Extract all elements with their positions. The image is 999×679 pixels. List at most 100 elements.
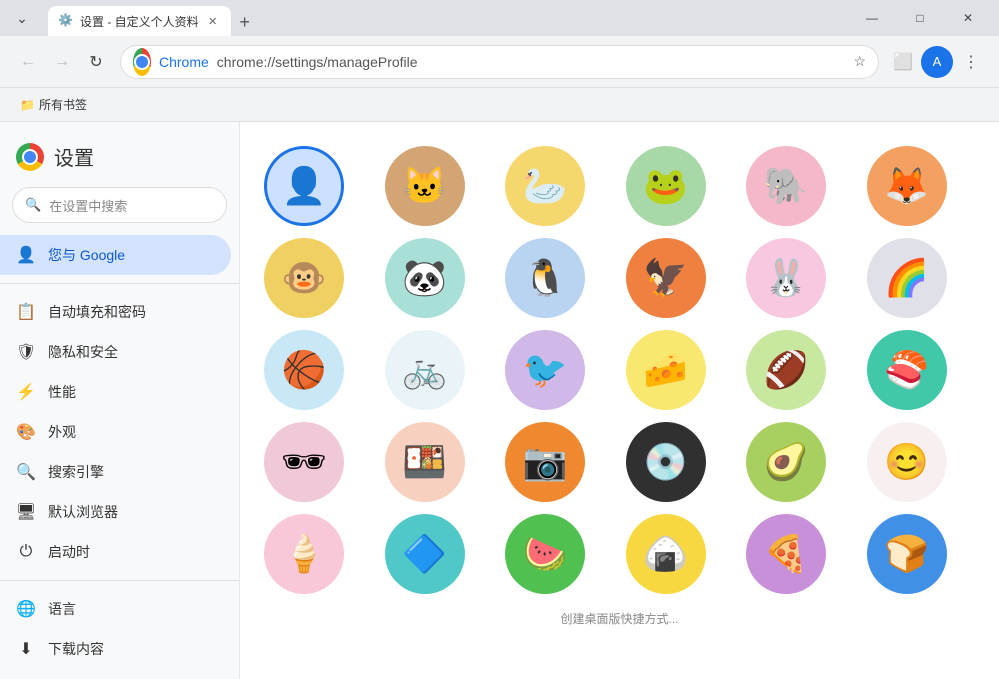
url-text: chrome://settings/manageProfile [217,54,418,70]
close-button[interactable]: ✕ [945,4,991,32]
sidebar-icon-performance: ⚡ [16,382,36,402]
tab-close-button[interactable]: ✕ [205,13,221,29]
sidebar-item-privacy[interactable]: 🛡 隐私和安全 [0,332,231,372]
avatar-rainbow[interactable]: 🌈 [867,238,947,318]
sidebar-label-autofill: 自动填充和密码 [48,302,146,322]
settings-logo [16,143,44,171]
tab-label: 设置 - 自定义个人资料 [80,13,199,30]
avatar-sushi[interactable]: 🍱 [385,422,465,502]
sidebar-icon-search: 🔍 [16,462,36,482]
bookmark-star-icon[interactable]: ☆ [853,53,866,70]
sidebar-label-startup: 启动时 [48,542,90,562]
all-bookmarks[interactable]: 📁 所有书签 [12,92,95,117]
avatar-icecream[interactable]: 🍦 [264,514,344,594]
avatar-rabbit[interactable]: 🐰 [746,238,826,318]
sidebar-icon-privacy: 🛡 [16,342,36,362]
back-button[interactable]: ← [12,46,44,78]
avatar-shape[interactable]: 🔷 [385,514,465,594]
sidebar-item-appearance[interactable]: 🎨 外观 [0,412,231,452]
chrome-logo-icon [133,53,151,71]
forward-button[interactable]: → [46,46,78,78]
avatar-sushi-plate[interactable]: 🍣 [867,330,947,410]
sidebar-header: 设置 [0,122,239,187]
sidebar-item-accessibility[interactable]: ♿ 无障碍 [0,669,231,679]
sidebar-icon-autofill: 📋 [16,302,36,322]
sidebar-nav: 👤 您与 Google 📋 自动填充和密码 🛡 隐私和安全 ⚡ 性能 🎨 外观 … [0,235,239,679]
avatar-avocado[interactable]: 🥑 [746,422,826,502]
settings-title: 设置 [54,142,94,171]
avatar-bike[interactable]: 🚲 [385,330,465,410]
sidebar-item-startup[interactable]: ⏻ 启动时 [0,532,231,572]
avatar-grid: 👤 🐱 🦢 🐸 🐘 🦊 🐵 🐼 🐧 🦅 🐰 🌈 🏀 🚲 🐦 🧀 🏈 🍣 🕶 🍱 📷 💿 🥑 😊 🍦 🔷 🍉 🍙 🍕 🍞 [264,138,975,602]
brand-text: Chrome [159,54,209,70]
folder-icon: 📁 [20,98,35,112]
sidebar-item-search[interactable]: 🔍 搜索引擎 [0,452,231,492]
sidebar-icon-downloads: ⬇ [16,639,36,659]
tab-favicon: ⚙️ [58,13,74,29]
avatar-penguin[interactable]: 🐧 [505,238,585,318]
avatar-camera[interactable]: 📷 [505,422,585,502]
sidebar-label-performance: 性能 [48,382,76,402]
avatar-basketball[interactable]: 🏀 [264,330,344,410]
avatar-cat[interactable]: 🐱 [385,146,465,226]
avatar-toast[interactable]: 🍞 [867,514,947,594]
sidebar-label-downloads: 下载内容 [48,639,104,659]
avatar-crane[interactable]: 🦢 [505,146,585,226]
avatar-vinyl[interactable]: 💿 [626,422,706,502]
split-screen-button[interactable]: ⬜ [887,46,919,78]
sidebar-item-autofill[interactable]: 📋 自动填充和密码 [0,292,231,332]
avatar-user[interactable]: 👤 [264,146,344,226]
sidebar-label-language: 语言 [48,599,76,619]
sidebar: 设置 🔍 在设置中搜索 👤 您与 Google 📋 自动填充和密码 🛡 隐私和安… [0,122,240,679]
sidebar-label-privacy: 隐私和安全 [48,342,118,362]
avatar-rice-ball[interactable]: 🍙 [626,514,706,594]
new-tab-button[interactable]: + [231,8,259,36]
avatar-sunglasses[interactable]: 🕶 [264,422,344,502]
sidebar-icon-browser: 🖥 [16,502,36,522]
minimize-button[interactable]: — [849,4,895,32]
url-bar[interactable]: Chrome chrome://settings/manageProfile ☆ [120,45,879,79]
sidebar-icon-startup: ⏻ [16,542,36,562]
avatar-elephant[interactable]: 🐘 [746,146,826,226]
sidebar-icon-appearance: 🎨 [16,422,36,442]
sidebar-icon-you-google: 👤 [16,245,36,265]
sidebar-item-browser[interactable]: 🖥 默认浏览器 [0,492,231,532]
sidebar-item-performance[interactable]: ⚡ 性能 [0,372,231,412]
avatar-robin[interactable]: 🐦 [505,330,585,410]
sidebar-label-you-google: 您与 Google [48,245,125,265]
avatar-watermelon[interactable]: 🍉 [505,514,585,594]
sidebar-item-language[interactable]: 🌐 语言 [0,589,231,629]
avatar-football[interactable]: 🏈 [746,330,826,410]
avatar-pizza[interactable]: 🍕 [746,514,826,594]
avatar-origami-bird[interactable]: 🦅 [626,238,706,318]
bottom-hint: 创建桌面版快捷方式... [264,602,975,635]
address-bar-actions: ⬜ A ⋮ [887,46,987,78]
reload-button[interactable]: ↻ [80,46,112,78]
avatar-fox[interactable]: 🦊 [867,146,947,226]
avatar-cheese[interactable]: 🧀 [626,330,706,410]
settings-search[interactable]: 🔍 在设置中搜索 [12,187,227,223]
active-tab[interactable]: ⚙️ 设置 - 自定义个人资料 ✕ [48,6,231,36]
avatar-frog[interactable]: 🐸 [626,146,706,226]
profile-button[interactable]: A [921,46,953,78]
maximize-button[interactable]: □ [897,4,943,32]
all-bookmarks-label: 所有书签 [39,96,87,113]
title-bar: ⌄ ⚙️ 设置 - 自定义个人资料 ✕ + — □ ✕ [0,0,999,36]
sidebar-item-downloads[interactable]: ⬇ 下载内容 [0,629,231,669]
avatar-monkey[interactable]: 🐵 [264,238,344,318]
window-controls-right: — □ ✕ [849,4,991,32]
sidebar-item-you-google[interactable]: 👤 您与 Google [0,235,231,275]
search-placeholder: 在设置中搜索 [49,196,127,215]
avatar-panda[interactable]: 🐼 [385,238,465,318]
sidebar-label-browser: 默认浏览器 [48,502,118,522]
content-area: 👤 🐱 🦢 🐸 🐘 🦊 🐵 🐼 🐧 🦅 🐰 🌈 🏀 🚲 🐦 🧀 🏈 🍣 🕶 🍱 📷 💿 🥑 😊 🍦 🔷 🍉 🍙 🍕 🍞 创建桌面版快捷方式… [240,122,999,679]
tab-overview-button[interactable]: ⌄ [8,4,36,32]
sidebar-label-appearance: 外观 [48,422,76,442]
bookmarks-bar: 📁 所有书签 [0,88,999,122]
navigation-buttons: ← → ↻ [12,46,112,78]
sidebar-label-search: 搜索引擎 [48,462,104,482]
window-controls-left: ⌄ [8,4,36,32]
main-layout: 设置 🔍 在设置中搜索 👤 您与 Google 📋 自动填充和密码 🛡 隐私和安… [0,122,999,679]
avatar-face[interactable]: 😊 [867,422,947,502]
menu-button[interactable]: ⋮ [955,46,987,78]
